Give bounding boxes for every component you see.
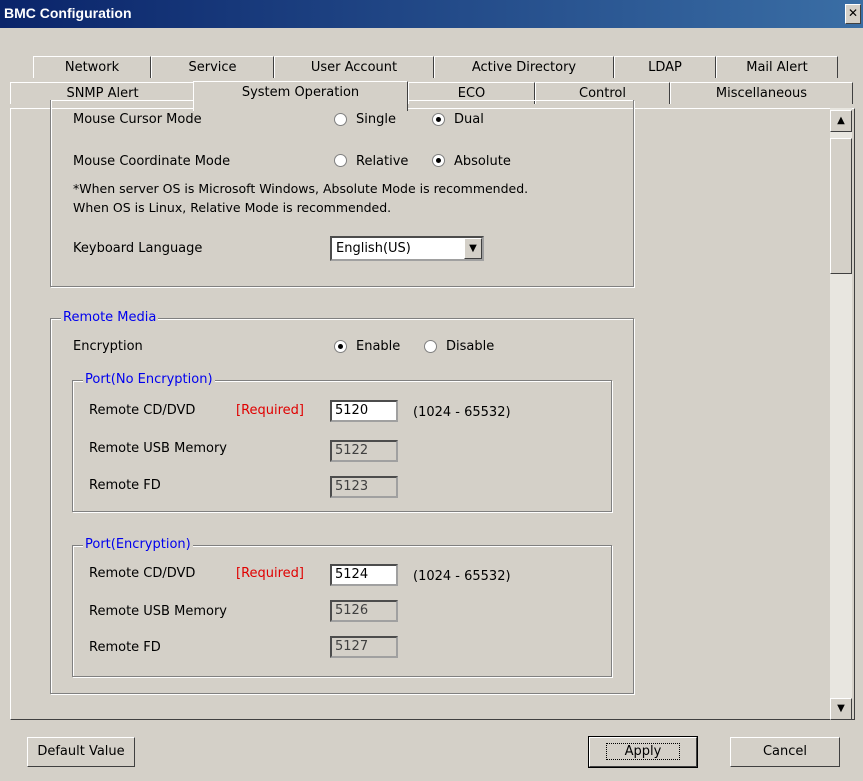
remote-usb-memory-port-input: 5122 xyxy=(330,440,398,462)
remote-fd-label: Remote FD xyxy=(89,478,161,493)
tab-service[interactable]: Service xyxy=(151,56,274,78)
mouse-coordinate-mode-label: Mouse Coordinate Mode xyxy=(73,154,231,169)
tab-mail-alert[interactable]: Mail Alert xyxy=(716,56,838,78)
radio-disable-label: Disable xyxy=(446,339,495,354)
mouse-cursor-mode-label: Mouse Cursor Mode xyxy=(73,112,202,127)
title-bar: BMC Configuration ✕ xyxy=(0,0,863,28)
encryption-label: Encryption xyxy=(73,339,143,354)
radio-single[interactable] xyxy=(334,113,347,126)
radio-dual[interactable] xyxy=(432,113,445,126)
radio-enable[interactable] xyxy=(334,340,347,353)
cancel-button[interactable]: Cancel xyxy=(730,737,840,767)
scroll-down-icon[interactable]: ▼ xyxy=(830,698,852,720)
remote-fd-enc-label: Remote FD xyxy=(89,640,161,655)
tab-ldap[interactable]: LDAP xyxy=(614,56,716,78)
apply-button-label: Apply xyxy=(605,743,681,760)
tab-active-directory[interactable]: Active Directory xyxy=(434,56,614,78)
close-icon[interactable]: ✕ xyxy=(845,4,861,24)
apply-button[interactable]: Apply xyxy=(588,736,698,768)
radio-relative-label: Relative xyxy=(356,154,409,169)
default-value-button[interactable]: Default Value xyxy=(27,737,135,767)
remote-fd-enc-port-input: 5127 xyxy=(330,636,398,658)
radio-dual-label: Dual xyxy=(454,112,484,127)
mode-note-line2: When OS is Linux, Relative Mode is recom… xyxy=(73,200,392,215)
remote-cd-dvd-enc-port-input[interactable]: 5124 xyxy=(330,564,398,586)
port-range-hint: (1024 - 65532) xyxy=(413,405,511,420)
radio-relative[interactable] xyxy=(334,154,347,167)
radio-disable[interactable] xyxy=(424,340,437,353)
keyboard-language-value: English(US) xyxy=(336,241,411,256)
scroll-up-icon[interactable]: ▲ xyxy=(830,110,852,132)
port-encryption-title: Port(Encryption) xyxy=(83,537,193,552)
chevron-down-icon[interactable]: ▼ xyxy=(464,238,482,259)
remote-media-title: Remote Media xyxy=(61,310,159,325)
radio-enable-label: Enable xyxy=(356,339,401,354)
scroll-thumb[interactable] xyxy=(830,138,852,274)
port-no-encryption-title: Port(No Encryption) xyxy=(83,372,215,387)
required-marker-enc: [Required] xyxy=(236,566,305,581)
mode-note-line1: *When server OS is Microsoft Windows, Ab… xyxy=(73,181,529,196)
vertical-scrollbar[interactable]: ▲ ▼ xyxy=(830,108,852,720)
keyboard-language-select[interactable]: English(US) ▼ xyxy=(330,236,484,261)
radio-single-label: Single xyxy=(356,112,396,127)
remote-cd-dvd-port-input[interactable]: 5120 xyxy=(330,400,398,422)
tab-user-account[interactable]: User Account xyxy=(274,56,434,78)
radio-absolute[interactable] xyxy=(432,154,445,167)
port-range-hint-enc: (1024 - 65532) xyxy=(413,569,511,584)
tab-miscellaneous[interactable]: Miscellaneous xyxy=(670,82,853,104)
tab-network[interactable]: Network xyxy=(33,56,151,78)
remote-fd-port-input: 5123 xyxy=(330,476,398,498)
required-marker: [Required] xyxy=(236,403,305,418)
remote-usb-memory-label: Remote USB Memory xyxy=(89,441,227,456)
remote-cd-dvd-enc-label: Remote CD/DVD xyxy=(89,566,196,581)
window-title: BMC Configuration xyxy=(4,5,132,21)
radio-absolute-label: Absolute xyxy=(454,154,511,169)
keyboard-language-label: Keyboard Language xyxy=(73,241,203,256)
tab-system-operation[interactable]: System Operation xyxy=(193,81,408,111)
remote-usb-memory-enc-port-input: 5126 xyxy=(330,600,398,622)
remote-usb-memory-enc-label: Remote USB Memory xyxy=(89,604,227,619)
remote-cd-dvd-label: Remote CD/DVD xyxy=(89,403,196,418)
